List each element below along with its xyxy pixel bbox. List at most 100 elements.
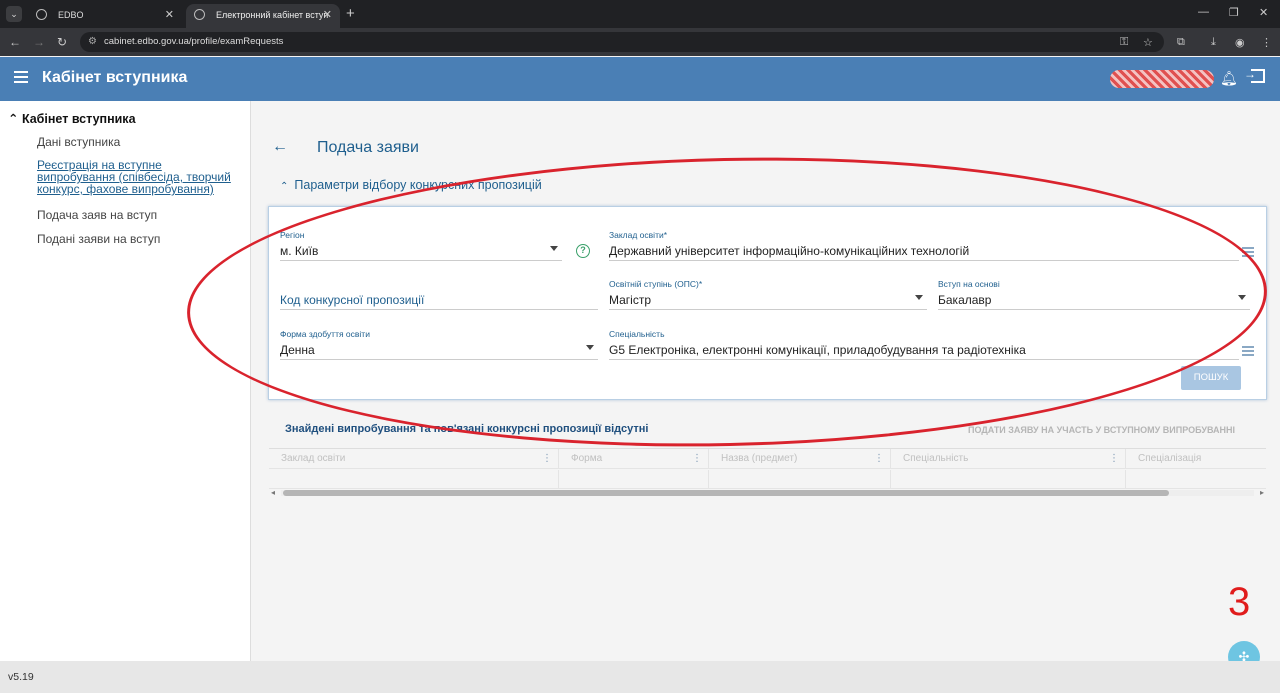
region-label: Регіон [280, 230, 305, 240]
study-form-select[interactable]: Форма здобуття освіти Денна [280, 329, 598, 360]
sidebar-heading[interactable]: ⌃ Кабінет вступника [8, 111, 136, 126]
globe-icon [36, 9, 47, 20]
results-table: Заклад освіти ⋮ Форма ⋮ Назва (предмет) ⋮ С… [269, 448, 1266, 489]
reload-icon[interactable]: ↻ [57, 34, 67, 50]
annotation-number: 3 [1228, 580, 1251, 624]
specialty-field[interactable]: Спеціальність G5 Електроніка, електронні… [609, 329, 1239, 360]
sidebar-item-exam-registration[interactable]: Реєстрація на вступне випробування (спів… [37, 159, 232, 195]
tab-search-icon[interactable]: ⌄ [6, 6, 22, 22]
specialty-value: G5 Електроніка, електронні комунікації, … [609, 343, 1026, 357]
back-arrow-icon[interactable]: ← [272, 138, 288, 156]
section-toggle[interactable]: ⌃ Параметри відбору конкурсних пропозицій [280, 178, 542, 192]
bookmark-star-icon[interactable]: ☆ [1143, 36, 1153, 49]
degree-value: Магістр [609, 293, 652, 307]
sidebar-item-submit-applications[interactable]: Подача заяв на вступ [37, 209, 232, 221]
column-header-label: Спеціалізація [1138, 453, 1202, 464]
column-menu-icon[interactable]: ⋮ [874, 449, 884, 469]
study-form-value: Денна [280, 343, 315, 357]
profile-icon[interactable]: ◉ [1235, 36, 1245, 49]
column-header[interactable]: Назва (предмет) ⋮ [709, 449, 891, 469]
close-window-icon[interactable]: ✕ [1259, 6, 1268, 19]
list-picker-icon[interactable] [1242, 247, 1254, 257]
minimize-icon[interactable]: — [1198, 6, 1209, 18]
list-picker-icon[interactable] [1242, 346, 1254, 356]
column-menu-icon[interactable]: ⋮ [542, 449, 552, 469]
institution-value: Державний університет інформаційно-комун… [609, 244, 970, 258]
column-header-label: Спеціальність [903, 453, 969, 464]
key-icon[interactable]: ⚿ [1120, 36, 1128, 49]
entry-basis-select[interactable]: Вступ на основі Бакалавр [938, 279, 1250, 310]
user-name-redacted[interactable] [1110, 70, 1214, 88]
bell-icon[interactable]: 🔔︎ [1220, 70, 1238, 87]
table-cell [891, 470, 1126, 489]
section-title: Параметри відбору конкурсних пропозицій [294, 178, 542, 192]
dropdown-caret-icon [915, 295, 923, 300]
degree-select[interactable]: Освітній ступінь (ОПС)* Магістр [609, 279, 927, 310]
back-icon[interactable]: ← [9, 34, 21, 50]
table-cell [269, 470, 559, 489]
entry-basis-label: Вступ на основі [938, 279, 1000, 289]
chevron-up-icon: ⌃ [280, 181, 289, 192]
help-icon[interactable]: ? [576, 244, 590, 258]
column-header-label: Назва (предмет) [721, 453, 798, 464]
close-icon[interactable]: ✕ [165, 4, 174, 26]
column-header[interactable]: Спеціалізація [1126, 449, 1266, 469]
extensions-icon[interactable]: ⧉ [1177, 36, 1185, 49]
search-button[interactable]: ПОШУК [1181, 366, 1241, 390]
column-menu-icon[interactable]: ⋮ [692, 449, 702, 469]
globe-icon [194, 9, 205, 20]
column-menu-icon[interactable]: ⋮ [1109, 449, 1119, 469]
degree-label: Освітній ступінь (ОПС)* [609, 279, 703, 289]
sidebar-heading-label: Кабінет вступника [21, 112, 136, 126]
offer-code-placeholder: Код конкурсної пропозиції [280, 293, 425, 307]
scroll-thumb[interactable] [283, 490, 1169, 496]
app-header: Кабінет вступника 🔔︎ [0, 57, 1280, 101]
table-cell [559, 470, 709, 489]
apply-exam-button[interactable]: ПОДАТИ ЗАЯВУ НА УЧАСТЬ У ВСТУПНОМУ ВИПРО… [968, 425, 1235, 435]
offer-code-input[interactable]: Код конкурсної пропозиції [280, 279, 598, 310]
table-cell [709, 470, 891, 489]
column-header[interactable]: Форма ⋮ [559, 449, 709, 469]
restore-icon[interactable]: ❐ [1229, 6, 1239, 19]
region-select[interactable]: Регіон м. Київ [280, 230, 562, 261]
specialty-label: Спеціальність [609, 329, 665, 339]
sidebar: ⌃ Кабінет вступника Дані вступника Реєст… [0, 101, 251, 661]
sidebar-item-applicant-data[interactable]: Дані вступника [37, 136, 232, 148]
column-header-label: Заклад освіти [281, 453, 346, 464]
close-icon[interactable]: ✕ [323, 4, 332, 26]
browser-tab-edbo[interactable]: EDBO ✕ [28, 4, 182, 28]
menu-dots-icon[interactable]: ⋮ [1261, 36, 1272, 49]
browser-tab-cabinet[interactable]: Електронний кабінет вступника ✕ [186, 4, 340, 28]
new-tab-icon[interactable]: + [346, 4, 355, 24]
version-label: v5.19 [8, 671, 34, 683]
logout-icon[interactable] [1244, 67, 1265, 83]
dropdown-caret-icon [586, 345, 594, 350]
chevron-up-icon: ⌃ [8, 112, 22, 126]
horizontal-scrollbar[interactable]: ◂ ▸ [269, 488, 1266, 498]
url-input[interactable]: ⚙ cabinet.edbo.gov.ua/profile/examReques… [80, 32, 1164, 52]
browser-address-bar: ← → ↻ ⚙ cabinet.edbo.gov.ua/profile/exam… [0, 28, 1280, 56]
institution-field[interactable]: Заклад освіти* Державний університет інф… [609, 230, 1239, 261]
footer: v5.19 [0, 661, 1280, 693]
entry-basis-value: Бакалавр [938, 293, 992, 307]
app-title: Кабінет вступника [42, 69, 188, 86]
url-text: cabinet.edbo.gov.ua/profile/examRequests [104, 36, 284, 47]
scroll-right-icon[interactable]: ▸ [1260, 488, 1264, 497]
sidebar-item-submitted-applications[interactable]: Подані заяви на вступ [37, 233, 232, 245]
forward-icon[interactable]: → [33, 34, 45, 50]
dropdown-caret-icon [1238, 295, 1246, 300]
institution-label: Заклад освіти* [609, 230, 668, 240]
results-title: Знайдені випробування та пов'язані конку… [285, 423, 649, 435]
tab-title: EDBO [58, 10, 84, 20]
region-value: м. Київ [280, 244, 319, 258]
site-info-icon[interactable]: ⚙ [88, 36, 97, 47]
page-title: Подача заяви [317, 139, 419, 156]
column-header[interactable]: Спеціальність ⋮ [891, 449, 1126, 469]
scroll-left-icon[interactable]: ◂ [271, 488, 275, 497]
table-cell [1126, 470, 1266, 489]
download-icon[interactable]: ⤓ [1211, 36, 1216, 49]
column-header-label: Форма [571, 453, 603, 464]
hamburger-menu-icon[interactable] [14, 71, 28, 83]
tab-title: Електронний кабінет вступника [216, 10, 328, 20]
column-header[interactable]: Заклад освіти ⋮ [269, 449, 559, 469]
